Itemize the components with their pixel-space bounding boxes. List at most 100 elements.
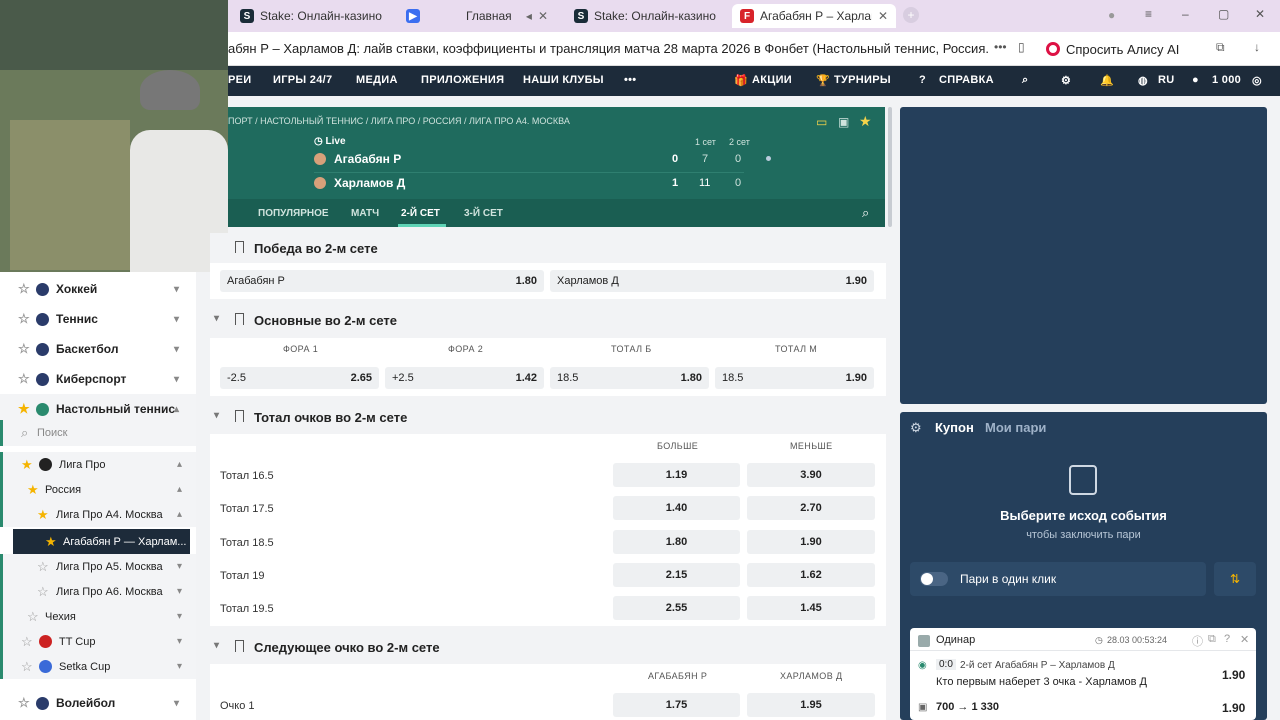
odd-button[interactable]: 1.95 <box>747 693 875 717</box>
more-icon[interactable]: ••• <box>994 40 1007 54</box>
sidebar-item-basketball[interactable]: ☆ Баскетбол ▾ <box>0 334 196 364</box>
star-icon[interactable]: ☆ <box>18 371 30 387</box>
nav-promo[interactable]: АКЦИИ <box>752 74 792 86</box>
star-icon[interactable]: ☆ <box>37 559 49 575</box>
close-icon[interactable]: ✕ <box>1240 633 1249 646</box>
odd-button[interactable]: 1.19 <box>613 463 740 487</box>
new-tab-icon[interactable]: + <box>903 7 919 23</box>
sidebar-search[interactable]: ⌕ Поиск <box>0 420 196 446</box>
sidebar-item-hockey[interactable]: ☆ Хоккей ▾ <box>0 274 196 304</box>
tab-fonbet-active[interactable]: FАгабабян Р – Харламо✕ <box>732 4 896 28</box>
odd-button[interactable]: 3.90 <box>747 463 875 487</box>
breadcrumb[interactable]: ПОРТ / НАСТОЛЬНЫЙ ТЕННИС / ЛИГА ПРО / РО… <box>228 116 570 126</box>
favorite-star-icon[interactable]: ★ <box>859 113 872 130</box>
bell-icon[interactable]: 🔔 <box>1100 74 1114 87</box>
minimize-icon[interactable]: – <box>1182 7 1189 21</box>
hide-icon[interactable]: ◎ <box>1252 74 1262 87</box>
nav-help[interactable]: СПРАВКА <box>939 74 994 86</box>
downloads-icon[interactable]: ↓ <box>1254 40 1260 54</box>
balance[interactable]: 1 000 <box>1212 74 1241 86</box>
odd-button[interactable]: 2.55 <box>613 596 740 620</box>
tab-popular[interactable]: ПОПУЛЯРНОЕ <box>258 208 329 219</box>
star-icon[interactable]: ★ <box>18 401 30 417</box>
sidebar-item-tt-cup[interactable]: ☆ TT Cup ▾ <box>0 629 196 654</box>
bookmark-icon[interactable] <box>235 313 244 325</box>
odd-button[interactable]: 1.62 <box>747 563 875 587</box>
odd-button[interactable]: 1.40 <box>613 496 740 520</box>
coupon-tab[interactable]: Купон <box>935 420 974 435</box>
scrollbar[interactable] <box>888 107 892 227</box>
tab-set2[interactable]: 2-Й СЕТ <box>401 208 440 219</box>
close-icon[interactable]: ✕ <box>878 9 888 23</box>
nav-media[interactable]: МЕДИА <box>356 74 398 86</box>
tab-stake-2[interactable]: SStake: Онлайн-казино и с <box>566 4 726 28</box>
odd-button[interactable]: 2.70 <box>747 496 875 520</box>
market-next-header[interactable]: ▾ Следующее очко во 2-м сете <box>210 632 886 662</box>
odd-button[interactable]: 1.75 <box>613 693 740 717</box>
odd-button[interactable]: 18.5 1.90 <box>715 367 874 389</box>
odd-button[interactable]: 1.80 <box>613 530 740 554</box>
odd-button[interactable]: 2.15 <box>613 563 740 587</box>
bookmark-icon[interactable]: ▯ <box>1018 40 1025 54</box>
sidebar-item-a6[interactable]: ☆ Лига Про А6. Москва ▾ <box>0 579 196 604</box>
restore-icon[interactable]: ▢ <box>1218 7 1229 21</box>
sidebar-item-tennis[interactable]: ☆ Теннис ▾ <box>0 304 196 334</box>
market-main-header[interactable]: ▾ Основные во 2-м сете <box>210 305 886 335</box>
search-icon[interactable]: ⌕ <box>862 205 869 221</box>
sidebar-item-esports[interactable]: ☆ Киберспорт ▾ <box>0 364 196 394</box>
star-icon[interactable]: ★ <box>37 507 49 523</box>
gear-icon[interactable]: ⚙ <box>1061 74 1071 87</box>
chevron-down-icon[interactable]: ▾ <box>214 313 219 324</box>
search-icon[interactable]: ⌕ <box>1022 74 1028 87</box>
star-icon[interactable]: ☆ <box>27 609 39 625</box>
gear-icon[interactable]: ⚙ <box>910 420 922 436</box>
sidebar-item-russia[interactable]: ★ Россия ▴ <box>0 477 196 502</box>
odd-button[interactable]: -2.5 2.65 <box>220 367 379 389</box>
help-icon[interactable]: ? <box>1224 633 1230 645</box>
stats-icon[interactable]: ▣ <box>838 115 849 129</box>
star-icon[interactable]: ☆ <box>18 281 30 297</box>
sidebar-item-current-match[interactable]: ★ Агабабян Р — Харлам... <box>13 529 190 554</box>
menu-icon[interactable]: ≡ <box>1145 7 1152 21</box>
copy-icon[interactable]: ⧉ <box>1208 633 1216 646</box>
star-icon[interactable]: ☆ <box>21 659 33 675</box>
nav-clubs[interactable]: НАШИ КЛУБЫ <box>523 74 604 86</box>
bookmark-icon[interactable] <box>235 410 244 422</box>
one-click-toggle[interactable] <box>920 572 948 586</box>
nav-tournaments[interactable]: ТУРНИРЫ <box>834 74 891 86</box>
star-icon[interactable]: ★ <box>45 534 57 550</box>
sidebar-item-liga-pro[interactable]: ★ Лига Про ▴ <box>0 452 196 477</box>
chevron-down-icon[interactable]: ▾ <box>214 640 219 651</box>
star-icon[interactable]: ☆ <box>37 584 49 600</box>
odd-button[interactable]: +2.5 1.42 <box>385 367 544 389</box>
sidebar-item-a4[interactable]: ★ Лига Про А4. Москва ▴ <box>0 502 196 527</box>
lang-select[interactable]: RU <box>1158 74 1175 86</box>
nav-games[interactable]: ИГРЫ 24/7 <box>273 74 332 86</box>
chevron-down-icon[interactable]: ▾ <box>214 410 219 421</box>
odd-button[interactable]: 18.5 1.80 <box>550 367 709 389</box>
sidebar-item-a5[interactable]: ☆ Лига Про А5. Москва ▾ <box>0 554 196 579</box>
odd-button[interactable]: 1.90 <box>747 530 875 554</box>
star-icon[interactable]: ☆ <box>18 311 30 327</box>
profile-icon[interactable]: ● <box>1108 8 1115 22</box>
tab-set3[interactable]: 3-Й СЕТ <box>464 208 503 219</box>
player1-name[interactable]: Агабабян Р <box>334 152 401 166</box>
tab-match[interactable]: МАТЧ <box>351 208 379 219</box>
nav-more[interactable]: ••• <box>624 74 636 86</box>
close-icon[interactable]: ✕ <box>538 9 548 23</box>
extensions-icon[interactable]: ⧉ <box>1216 40 1225 55</box>
bookmark-icon[interactable] <box>235 241 244 253</box>
bookmark-icon[interactable] <box>235 640 244 652</box>
info-icon[interactable]: ⓘ <box>1192 633 1203 649</box>
player2-name[interactable]: Харламов Д <box>334 176 405 190</box>
one-click-row[interactable]: Пари в один клик <box>910 562 1206 596</box>
market-win-header[interactable]: Победа во 2-м сете <box>210 233 886 263</box>
nav-item[interactable]: РЕИ <box>228 74 251 86</box>
odd-button[interactable]: 1.45 <box>747 596 875 620</box>
star-icon[interactable]: ☆ <box>18 341 30 357</box>
close-window-icon[interactable]: ✕ <box>1255 7 1265 21</box>
my-bets-tab[interactable]: Мои пари <box>985 420 1046 435</box>
sort-icon[interactable]: ⇅ <box>1214 562 1256 596</box>
mute-icon[interactable]: ◂ <box>526 9 532 23</box>
user-icon[interactable]: ● <box>1192 74 1199 86</box>
